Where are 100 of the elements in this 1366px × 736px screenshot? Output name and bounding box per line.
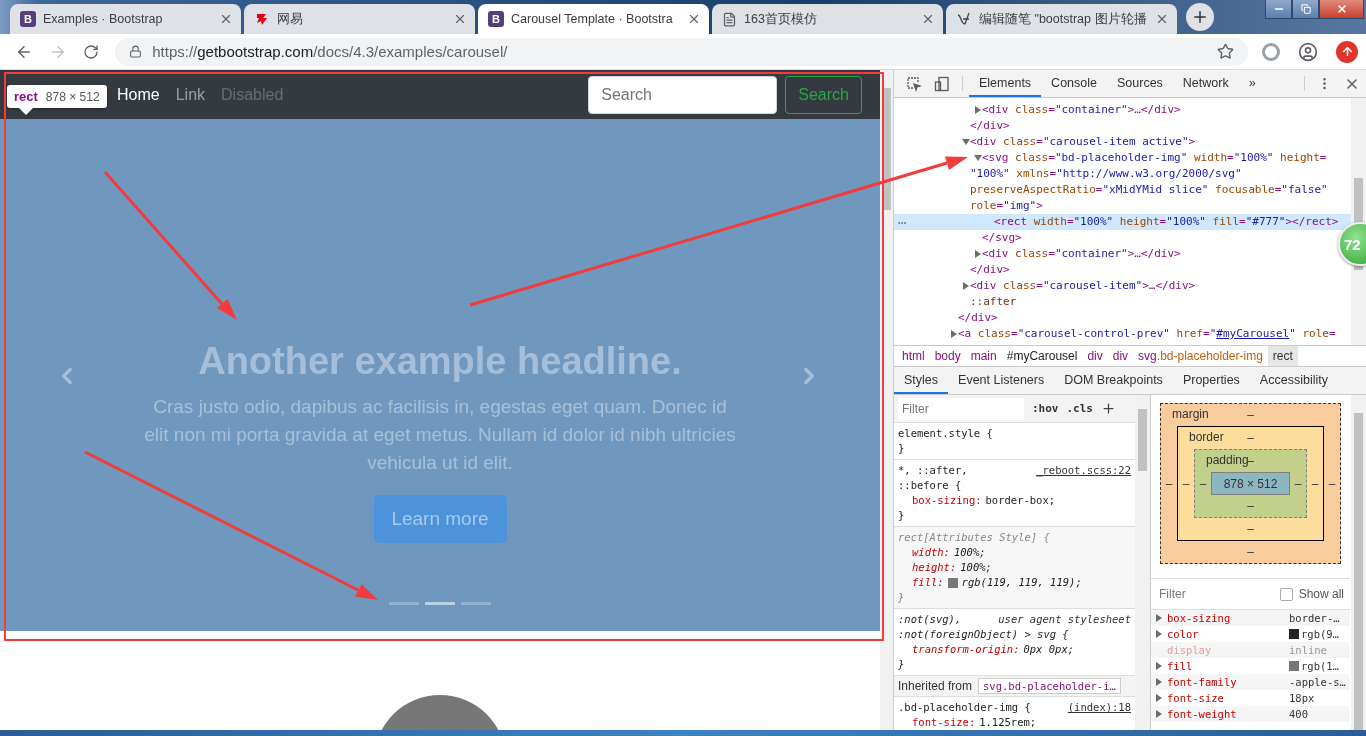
rule-source: user agent stylesheet bbox=[998, 612, 1131, 627]
browser-tab[interactable]: 网易 bbox=[244, 4, 475, 34]
css-property: box-sizing: bbox=[912, 493, 982, 508]
restore-button[interactable] bbox=[1292, 0, 1319, 19]
panel-tab[interactable]: DOM Breakpoints bbox=[1054, 367, 1173, 394]
markup-text: <div class="carousel-item">…</div> bbox=[970, 278, 1196, 294]
css-value: border-box; bbox=[985, 493, 1056, 508]
collapsed-triangle-icon[interactable] bbox=[975, 106, 981, 114]
breadcrumb-item[interactable]: svg.bd-placeholder-img bbox=[1133, 346, 1268, 366]
favicon-icon bbox=[254, 11, 270, 27]
color-swatch[interactable] bbox=[1289, 629, 1299, 639]
browser-tab[interactable]: B Carousel Template · Bootstra bbox=[478, 4, 709, 34]
close-icon[interactable] bbox=[453, 12, 467, 26]
collapsed-triangle-icon[interactable] bbox=[1156, 710, 1162, 718]
collapsed-triangle-icon[interactable] bbox=[963, 282, 969, 290]
close-icon[interactable] bbox=[687, 12, 701, 26]
scrollbar-thumb[interactable] bbox=[882, 88, 891, 210]
breadcrumb-item[interactable]: main bbox=[965, 346, 1002, 366]
filter-field[interactable]: Filter bbox=[898, 397, 1024, 420]
breadcrumb-item[interactable]: div bbox=[1107, 346, 1134, 366]
box-value: – bbox=[1247, 431, 1254, 445]
expanded-triangle-icon[interactable] bbox=[962, 139, 970, 145]
more-tabs-button[interactable]: » bbox=[1238, 70, 1266, 97]
search-button[interactable]: Search bbox=[785, 75, 862, 114]
computed-value: rgb(9… bbox=[1301, 628, 1339, 640]
tooltip-tag: rect bbox=[14, 89, 38, 104]
breadcrumb-item[interactable]: html bbox=[897, 346, 930, 366]
computed-value: -apple-s… bbox=[1289, 676, 1346, 688]
minimize-button[interactable] bbox=[1265, 0, 1292, 19]
markup-text: role="img"> bbox=[970, 198, 1043, 214]
close-icon[interactable] bbox=[1155, 12, 1169, 26]
box-label: padding bbox=[1206, 453, 1249, 467]
close-icon[interactable] bbox=[219, 12, 233, 26]
tab-title: 网易 bbox=[277, 10, 304, 28]
plus-icon bbox=[1191, 8, 1209, 26]
collapsed-triangle-icon[interactable] bbox=[951, 330, 957, 338]
content-size: 878 × 512 bbox=[1211, 472, 1290, 495]
scrollbar[interactable] bbox=[1135, 395, 1150, 730]
devtools-tab[interactable]: Console bbox=[1041, 70, 1107, 97]
markup-text: <div class="container">…</div> bbox=[982, 246, 1181, 262]
expanded-triangle-icon[interactable] bbox=[974, 155, 982, 161]
devtools-tab[interactable]: Elements bbox=[969, 70, 1042, 97]
close-window-button[interactable] bbox=[1319, 0, 1364, 19]
computed-value: border-… bbox=[1289, 612, 1340, 624]
css-selector: rect[Attributes Style] { bbox=[898, 530, 1050, 545]
rule-source[interactable]: (index):18 bbox=[1067, 700, 1131, 715]
css-value: 100%; bbox=[960, 560, 992, 575]
class-toggle[interactable]: .cls bbox=[1066, 402, 1093, 415]
color-swatch[interactable] bbox=[1289, 661, 1299, 671]
box-label: border bbox=[1189, 430, 1224, 444]
panel-tab[interactable]: Event Listeners bbox=[948, 367, 1055, 394]
restore-icon bbox=[1300, 4, 1311, 14]
scrollbar-thumb[interactable] bbox=[1138, 409, 1147, 471]
address-bar[interactable]: https://getbootstrap.com/docs/4.3/examples/carousel/ bbox=[115, 37, 1248, 66]
markup-text: preserveAspectRatio="xMidYMid slice" focusable="false" bbox=[970, 182, 1328, 198]
panel-tab[interactable]: Properties bbox=[1172, 367, 1250, 394]
add-icon[interactable] bbox=[1101, 401, 1116, 416]
css-brace: } bbox=[898, 508, 905, 523]
css-brace: } bbox=[898, 590, 905, 605]
css-selector: *, ::after, bbox=[898, 463, 968, 478]
scrollbar-thumb[interactable] bbox=[1354, 413, 1363, 730]
browser-tab[interactable]: 163首页模仿 bbox=[712, 4, 943, 34]
panel-tab[interactable]: Accessibility bbox=[1249, 367, 1338, 394]
search-field[interactable]: Search bbox=[588, 75, 778, 114]
browser-tab[interactable]: B Examples · Bootstrap bbox=[10, 4, 241, 34]
devtools-tab[interactable]: Network bbox=[1172, 70, 1239, 97]
inherited-element[interactable]: svg.bd-placeholder-i… bbox=[978, 678, 1121, 694]
breadcrumb-item[interactable]: div bbox=[1082, 346, 1108, 366]
devtools-tab[interactable]: Sources bbox=[1107, 70, 1173, 97]
markup-text: </div> bbox=[970, 262, 1010, 278]
hover-toggle[interactable]: :hov bbox=[1032, 402, 1059, 415]
scrollbar[interactable] bbox=[1351, 395, 1366, 730]
new-tab-button[interactable] bbox=[1186, 3, 1214, 31]
css-value: 1.125rem; bbox=[979, 715, 1037, 730]
computed-property: color bbox=[1167, 628, 1200, 640]
css-selector: ::before { bbox=[898, 478, 962, 493]
color-swatch[interactable] bbox=[947, 577, 958, 588]
css-property: font-size: bbox=[912, 715, 976, 730]
lock-icon bbox=[129, 45, 143, 58]
star-icon[interactable] bbox=[1217, 43, 1234, 60]
rule-source[interactable]: _reboot.scss:22 bbox=[1036, 463, 1131, 478]
checkbox[interactable] bbox=[1279, 587, 1293, 601]
nav-link[interactable]: Link bbox=[175, 85, 206, 104]
selected-dom-row[interactable]: <rect width="100%" height="100%" fill="#777"></rect> bbox=[894, 214, 1351, 230]
ring-icon[interactable] bbox=[1262, 42, 1280, 61]
pen-icon bbox=[956, 11, 972, 27]
collapsed-triangle-icon[interactable] bbox=[975, 250, 981, 258]
markup-text: </svg> bbox=[982, 230, 1022, 246]
page-icon bbox=[722, 11, 737, 27]
bootstrap-favicon: B bbox=[20, 11, 36, 27]
close-icon[interactable] bbox=[921, 12, 935, 26]
nav-link[interactable]: Home bbox=[117, 85, 160, 104]
breadcrumb-item[interactable]: body bbox=[929, 346, 966, 366]
box-value: – bbox=[1247, 499, 1254, 513]
markup-text: </div> bbox=[958, 310, 998, 326]
breadcrumb-item[interactable]: rect bbox=[1267, 346, 1298, 366]
update-button[interactable] bbox=[1336, 40, 1358, 63]
browser-tab[interactable]: 编辑随笔 "bootstrap 图片轮播 bbox=[946, 4, 1177, 34]
profile-icon[interactable] bbox=[1298, 41, 1318, 62]
breadcrumb-item[interactable]: #myCarousel bbox=[1001, 346, 1083, 366]
